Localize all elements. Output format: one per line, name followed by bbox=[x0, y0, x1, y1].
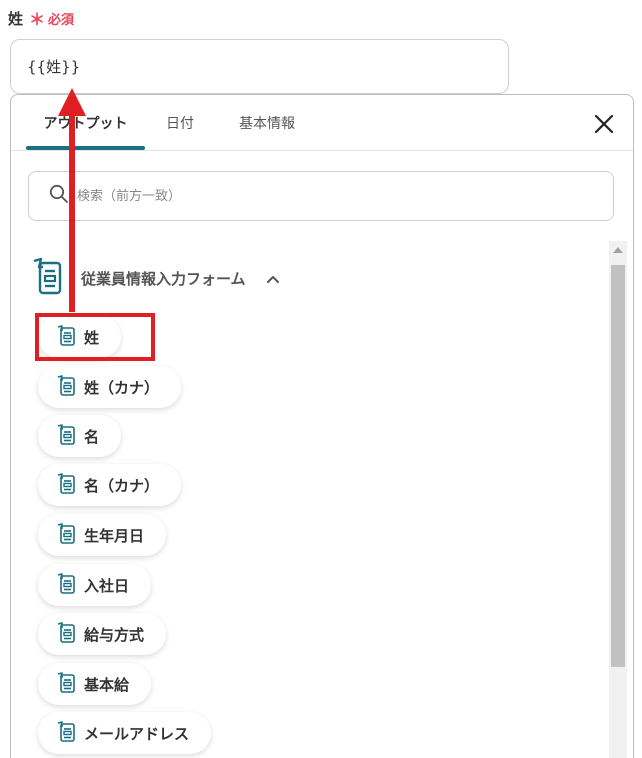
search-box[interactable] bbox=[28, 171, 614, 221]
form-field-icon bbox=[56, 720, 76, 746]
active-tab-indicator bbox=[26, 146, 145, 150]
output-item[interactable]: メールアドレス bbox=[38, 712, 212, 754]
output-item-label: 入社日 bbox=[84, 576, 130, 595]
form-output-icon bbox=[31, 257, 63, 299]
scroll-thumb[interactable] bbox=[611, 265, 625, 667]
scroll-up-arrow[interactable] bbox=[613, 247, 623, 253]
tab-date[interactable]: 日付 bbox=[159, 95, 201, 150]
output-item-label: 生年月日 bbox=[84, 526, 145, 545]
output-item[interactable]: 基本給 bbox=[38, 663, 152, 705]
highlight-annotation bbox=[35, 313, 155, 361]
output-item[interactable]: 名（カナ） bbox=[38, 464, 182, 506]
output-item[interactable]: 名 bbox=[38, 415, 122, 457]
tab-output[interactable]: アウトプット bbox=[26, 95, 145, 150]
output-item[interactable]: 姓（カナ） bbox=[38, 366, 182, 408]
chevron-up-icon[interactable] bbox=[266, 269, 280, 288]
search-icon bbox=[49, 184, 69, 208]
output-item[interactable]: 給与方式 bbox=[38, 613, 167, 655]
output-item-label: 名（カナ） bbox=[84, 476, 160, 495]
form-field-icon bbox=[56, 621, 76, 647]
group-header[interactable]: 従業員情報入力フォーム bbox=[31, 257, 280, 299]
field-label: 姓 ＊ 必須 bbox=[8, 6, 74, 30]
required-text: 必須 bbox=[48, 12, 75, 28]
tab-bar: アウトプット 日付 基本情報 bbox=[11, 95, 633, 151]
search-input[interactable] bbox=[77, 188, 557, 204]
output-item-label: メールアドレス bbox=[84, 724, 190, 743]
group-title: 従業員情報入力フォーム bbox=[81, 269, 246, 288]
form-field-icon bbox=[56, 522, 76, 548]
output-item-label: 姓（カナ） bbox=[84, 378, 160, 397]
output-item-label: 名 bbox=[84, 427, 100, 446]
required-badge: ＊ 必須 bbox=[29, 6, 74, 30]
close-icon[interactable] bbox=[593, 113, 615, 135]
tab-basic-info[interactable]: 基本情報 bbox=[231, 95, 303, 150]
form-field-icon bbox=[56, 572, 76, 598]
field-name: 姓 bbox=[8, 9, 24, 28]
surname-field[interactable]: {{姓}} bbox=[10, 39, 509, 94]
output-item[interactable]: 入社日 bbox=[38, 564, 152, 606]
surname-field-value: {{姓}} bbox=[27, 58, 81, 76]
form-field-icon bbox=[56, 423, 76, 449]
required-mark: ＊ bbox=[29, 10, 46, 29]
variable-picker-panel: アウトプット 日付 基本情報 検索（前方一致） 従業員情報入力フォーム 姓 姓（… bbox=[10, 94, 634, 758]
scrollbar[interactable] bbox=[609, 241, 627, 758]
output-item-label: 基本給 bbox=[84, 675, 130, 694]
form-field-icon bbox=[56, 472, 76, 498]
output-item[interactable]: 生年月日 bbox=[38, 514, 167, 556]
form-field-icon bbox=[56, 374, 76, 400]
form-field-icon bbox=[56, 671, 76, 697]
output-item-label: 給与方式 bbox=[84, 625, 145, 644]
